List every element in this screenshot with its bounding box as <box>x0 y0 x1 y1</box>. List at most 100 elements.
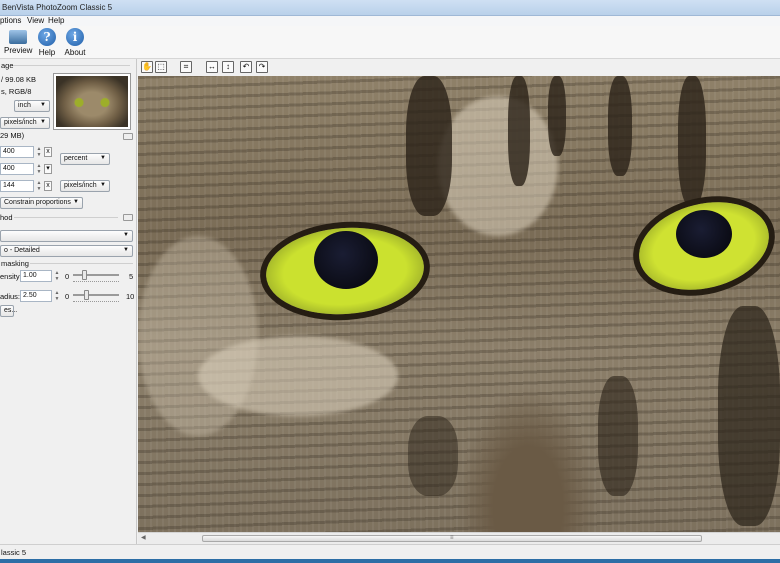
resolution-unit-select-value: pixels/inch <box>64 182 97 189</box>
preview-image[interactable] <box>138 76 780 532</box>
preset-select-value: o - Detailed <box>4 247 40 254</box>
menu-view[interactable]: View <box>27 16 44 25</box>
horizontal-scrollbar[interactable]: ◀ ≡ <box>138 532 780 544</box>
divider <box>30 263 133 264</box>
method-select[interactable]: ▼ <box>0 230 133 242</box>
preview-icon <box>9 30 27 44</box>
intensity-label: ensity: <box>0 272 22 281</box>
intensity-field[interactable]: 1.00 <box>20 270 52 282</box>
width-stepper[interactable]: ▲ ▼ <box>35 146 43 158</box>
chevron-down-icon: ▼ <box>40 102 46 108</box>
collapse-method-button[interactable] <box>123 214 133 221</box>
rotate-right-icon[interactable]: ↷ <box>256 61 268 73</box>
fur-stripe <box>406 76 452 216</box>
menu-options[interactable]: ptions <box>0 16 21 25</box>
about-button[interactable]: i About <box>61 28 89 58</box>
chevron-down-icon: ▼ <box>73 199 79 205</box>
crop-icon[interactable]: ⌗ <box>180 61 192 73</box>
about-label: About <box>64 48 86 57</box>
file-size: / 99.08 KB <box>1 75 37 84</box>
fur-stripe <box>408 416 458 496</box>
radius-stepper[interactable]: ▲ ▼ <box>53 290 61 302</box>
fur-stripe <box>598 376 638 496</box>
radius-max: 10 <box>126 292 135 301</box>
view-toolbar: ✋ ⬚ ⌗ ↔ ↕ ↶ ↷ <box>138 59 780 76</box>
scrollbar-thumb[interactable]: ≡ <box>202 535 702 542</box>
fur-stripe <box>608 76 632 176</box>
intensity-stepper[interactable]: ▲ ▼ <box>53 270 61 282</box>
settings-panel: age / 99.08 KB s, RGB/8 inch ▼ pixels/inc… <box>0 59 137 544</box>
radius-slider[interactable] <box>73 294 119 296</box>
intensity-slider-thumb[interactable] <box>82 270 87 280</box>
constrain-proportions-select[interactable]: Constrain proportions ▼ <box>0 197 83 209</box>
unit-select-value: inch <box>18 102 31 109</box>
preview-button[interactable]: Preview <box>4 28 32 58</box>
rotate-left-icon[interactable]: ↶ <box>240 61 252 73</box>
resolution-stepper[interactable]: ▲ ▼ <box>35 180 43 192</box>
fur-highlight <box>138 236 258 436</box>
intensity-slider[interactable] <box>73 274 119 276</box>
fur-stripe <box>548 76 566 156</box>
chevron-down-icon: ▼ <box>100 182 106 188</box>
chevron-down-icon: ▼ <box>100 155 106 161</box>
grip-icon: ≡ <box>450 535 454 541</box>
resolution-field[interactable]: 144 <box>0 180 34 192</box>
taskbar <box>0 559 780 563</box>
constrain-proportions-value: Constrain proportions <box>4 199 71 206</box>
hand-tool-icon[interactable]: ✋ <box>141 61 153 73</box>
fur-stripe <box>508 76 530 186</box>
select-tool-icon[interactable]: ⬚ <box>155 61 167 73</box>
width-field[interactable]: 400 <box>0 146 34 158</box>
resolution-x-button[interactable]: x <box>44 181 52 191</box>
resolution-unit-select[interactable]: pixels/inch ▼ <box>60 180 110 192</box>
status-bar: lassic 5 <box>0 544 780 559</box>
cat-pupil-right <box>676 210 732 258</box>
fit-width-icon[interactable]: ↔ <box>206 61 218 73</box>
fur-highlight <box>438 96 558 236</box>
unsharp-masking-label: masking <box>1 259 29 268</box>
main-toolbar: Preview ? Help i About <box>0 26 780 59</box>
intensity-max: 5 <box>129 272 134 281</box>
fit-height-icon[interactable]: ↕ <box>222 61 234 73</box>
color-mode: s, RGB/8 <box>1 87 32 96</box>
image-thumbnail[interactable] <box>53 73 131 130</box>
preset-select[interactable]: o - Detailed ▼ <box>0 245 133 257</box>
help-button[interactable]: ? Help <box>33 28 61 58</box>
width-x-button[interactable]: x <box>44 147 52 157</box>
new-size-label: 29 MB) <box>0 131 25 140</box>
radius-min: 0 <box>65 292 70 301</box>
radius-field[interactable]: 2.50 <box>20 290 52 302</box>
chevron-down-icon: ▼ <box>40 119 46 125</box>
height-stepper[interactable]: ▲ ▼ <box>35 163 43 175</box>
chevron-down-icon: ▼ <box>123 232 129 238</box>
cat-nose <box>458 386 598 532</box>
status-text: lassic 5 <box>1 548 27 557</box>
unit-select[interactable]: inch ▼ <box>14 100 50 112</box>
slider-ticks <box>73 281 119 283</box>
fur-stripe <box>678 76 706 206</box>
res-unit-select-value: pixels/inch <box>4 119 37 126</box>
res-unit-select[interactable]: pixels/inch ▼ <box>0 117 50 129</box>
slider-ticks <box>73 301 119 303</box>
divider <box>14 217 118 218</box>
menu-bar: ptions View Help <box>0 16 780 26</box>
size-unit-select[interactable]: percent ▼ <box>60 153 110 165</box>
height-field[interactable]: 400 <box>0 163 34 175</box>
size-unit-select-value: percent <box>64 155 88 162</box>
menu-help[interactable]: Help <box>48 16 64 25</box>
help-label: Help <box>38 48 56 57</box>
radius-label: adius: <box>0 292 21 301</box>
info-icon: i <box>66 28 84 46</box>
collapse-size-button[interactable] <box>123 133 133 140</box>
scroll-left-icon[interactable]: ◀ <box>141 534 146 541</box>
divider <box>14 65 130 66</box>
more-settings-button[interactable]: es... <box>0 305 17 317</box>
method-label: hod <box>0 213 13 222</box>
radius-slider-thumb[interactable] <box>84 290 89 300</box>
height-x-button[interactable]: ▾ <box>44 164 52 174</box>
preview-label: Preview <box>4 46 33 55</box>
section-image-title: age <box>1 61 14 70</box>
chevron-down-icon: ▼ <box>123 247 129 253</box>
cat-pupil-left <box>314 231 378 289</box>
help-icon: ? <box>38 28 56 46</box>
